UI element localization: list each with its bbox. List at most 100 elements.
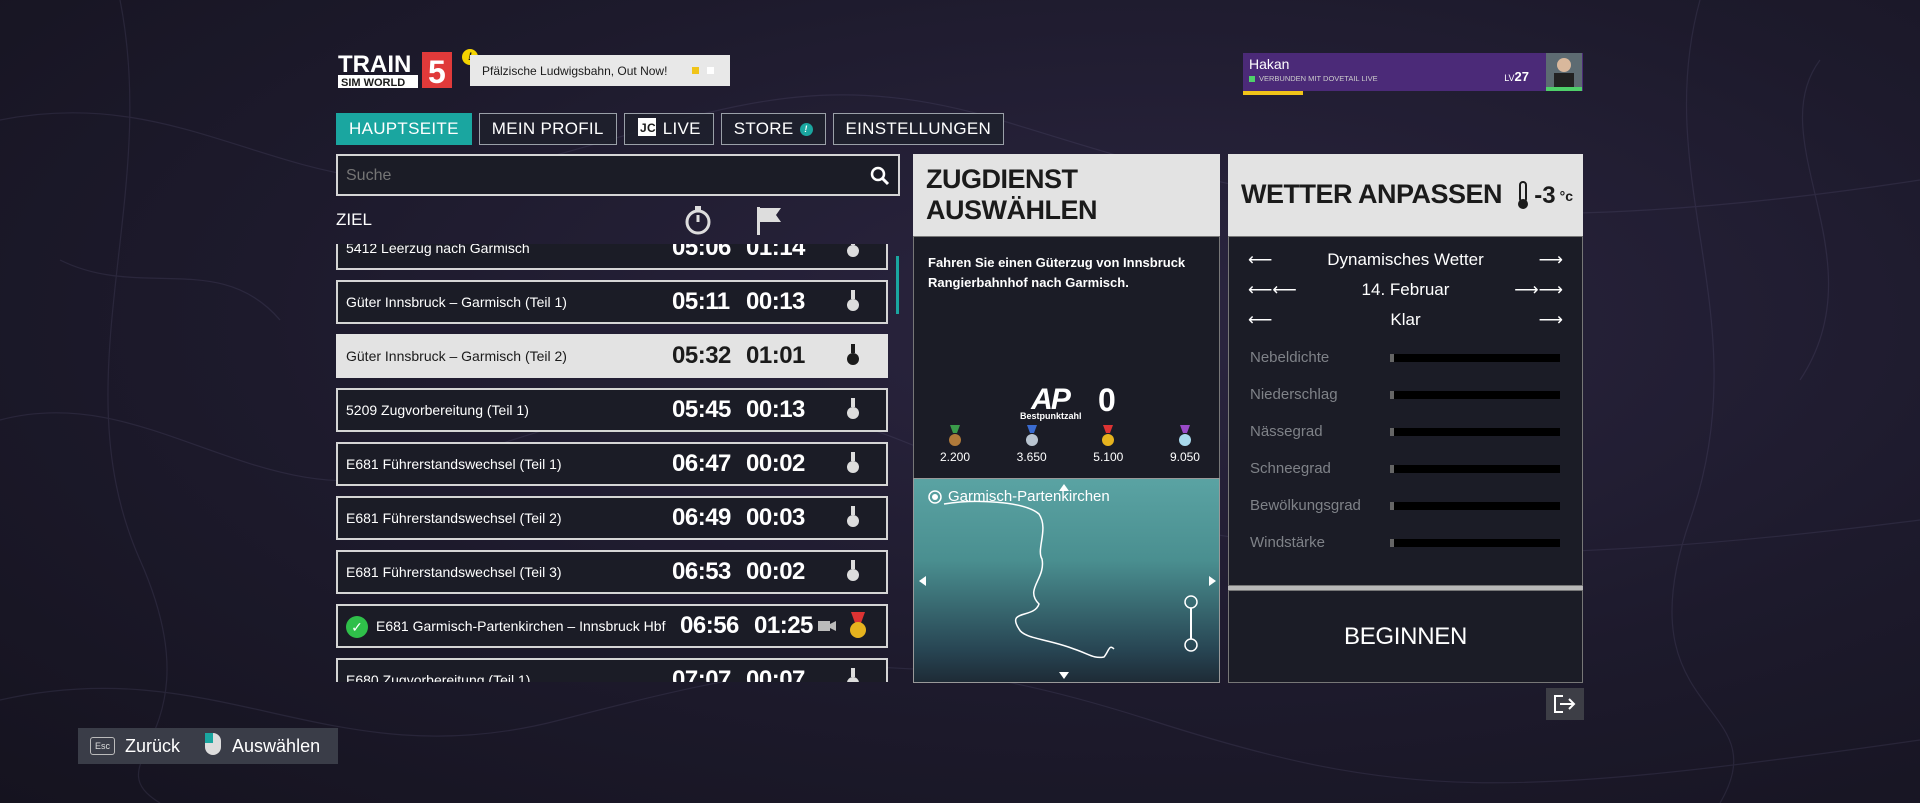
arrow-left-icon[interactable]: ⟵	[1248, 250, 1272, 270]
begin-button[interactable]: BEGINNEN	[1228, 590, 1583, 683]
row-start-time: 06:53	[672, 558, 731, 585]
service-list[interactable]: 5412 Leerzug nach Garmisch 05:06 01:14 G…	[336, 244, 890, 682]
thermometer-icon	[1518, 181, 1529, 209]
news-ticker[interactable]: Pfälzische Ludwigsbahn, Out Now!	[470, 55, 730, 86]
gold-medal-icon	[1102, 425, 1115, 446]
double-arrow-left-icon[interactable]: ⟵⟵	[1248, 280, 1297, 300]
slider-track[interactable]	[1390, 501, 1560, 510]
pan-left-icon	[919, 576, 926, 586]
slider-track[interactable]	[1390, 538, 1560, 547]
list-item[interactable]: 5412 Leerzug nach Garmisch 05:06 01:14	[336, 244, 888, 270]
bronze-medal-icon	[949, 425, 961, 446]
list-item[interactable]: E681 Führerstandswechsel (Teil 3) 06:53 …	[336, 550, 888, 594]
weather-date: 14. Februar	[1361, 280, 1450, 299]
news-dot-active[interactable]	[692, 67, 699, 74]
platinum-medal: 9.050	[1155, 425, 1215, 464]
profile-name: Hakan	[1249, 56, 1290, 72]
slider-niederschlag[interactable]: Niederschlag	[1250, 386, 1560, 403]
tab-mein-profil[interactable]: MEIN PROFIL	[478, 113, 617, 145]
avatar[interactable]	[1546, 53, 1582, 91]
row-start-time: 07:07	[672, 666, 731, 682]
svg-text:JC: JC	[640, 121, 656, 135]
list-scrollbar[interactable]	[896, 256, 899, 314]
weather-date-selector[interactable]: ⟵⟵ 14. Februar ⟶⟶	[1248, 280, 1563, 300]
row-duration: 00:13	[746, 288, 805, 315]
logo-number: 5	[428, 54, 446, 90]
slider-bewoelkungsgrad[interactable]: Bewölkungsgrad	[1250, 497, 1560, 514]
list-item-completed[interactable]: ✓ E681 Garmisch-Partenkirchen – Innsbruc…	[336, 604, 888, 648]
profile-level: LV27	[1504, 69, 1529, 84]
train-sim-world-logo: TRAIN SIM WORLD 5	[338, 50, 453, 90]
slider-track[interactable]	[1390, 427, 1560, 436]
row-duration: 01:01	[746, 342, 805, 369]
slider-track[interactable]	[1390, 353, 1560, 362]
slider-track[interactable]	[1390, 464, 1560, 473]
slider-track[interactable]	[1390, 390, 1560, 399]
gold-medal: 5.100	[1078, 425, 1138, 464]
row-duration: 01:25	[754, 612, 813, 639]
slider-windstaerke[interactable]: Windstärke	[1250, 534, 1560, 551]
weather-title: WETTER ANPASSEN	[1241, 179, 1503, 209]
best-score: 0	[1098, 382, 1116, 418]
row-duration: 00:13	[746, 396, 805, 423]
tab-hauptseite[interactable]: HAUPTSEITE	[336, 113, 472, 145]
row-duration: 00:02	[746, 558, 805, 585]
slider-label: Schneegrad	[1250, 460, 1331, 477]
temperature-value: -3	[1534, 182, 1556, 209]
weather-mode-selector[interactable]: ⟵ Dynamisches Wetter ⟶	[1248, 250, 1563, 270]
list-item[interactable]: Güter Innsbruck – Garmisch (Teil 1) 05:1…	[336, 280, 888, 324]
list-item[interactable]: E680 Zugvorbereitung (Teil 1) 07:07 00:0…	[336, 658, 888, 682]
tab-einstellungen[interactable]: EINSTELLUNGEN	[832, 113, 1005, 145]
slider-naessegrad[interactable]: Nässegrad	[1250, 423, 1560, 440]
medal-value: 5.100	[1093, 450, 1124, 464]
list-item-selected[interactable]: Güter Innsbruck – Garmisch (Teil 2) 05:3…	[336, 334, 888, 378]
silver-medal-icon	[1025, 425, 1038, 446]
weather-condition-selector[interactable]: ⟵ Klar ⟶	[1248, 310, 1563, 330]
logo-subtext: SIM WORLD	[341, 77, 405, 89]
select-button[interactable]: Auswählen	[232, 736, 320, 757]
slider-label: Nässegrad	[1250, 423, 1323, 440]
gold-medal-icon	[848, 612, 868, 645]
tab-live[interactable]: JC LIVE	[623, 113, 714, 145]
list-item[interactable]: E681 Führerstandswechsel (Teil 2) 06:49 …	[336, 496, 888, 540]
logo-text: TRAIN	[338, 51, 411, 78]
row-name: Güter Innsbruck – Garmisch (Teil 1)	[346, 294, 567, 310]
list-item[interactable]: 5209 Zugvorbereitung (Teil 1) 05:45 00:1…	[336, 388, 888, 432]
tab-label: STORE	[733, 119, 794, 138]
news-text: Pfälzische Ludwigsbahn, Out Now!	[482, 63, 668, 78]
row-name: 5412 Leerzug nach Garmisch	[346, 244, 530, 256]
stopwatch-icon	[684, 205, 712, 240]
route-map[interactable]	[913, 478, 1220, 683]
news-dot[interactable]	[707, 67, 714, 74]
slider-nebeldichte[interactable]: Nebeldichte	[1250, 349, 1560, 366]
slider-schneegrad[interactable]: Schneegrad	[1250, 460, 1560, 477]
arrow-right-icon[interactable]: ⟶	[1539, 310, 1563, 330]
double-arrow-right-icon[interactable]: ⟶⟶	[1514, 280, 1563, 300]
back-button[interactable]: Zurück	[125, 736, 180, 757]
tab-label: HAUPTSEITE	[349, 119, 459, 138]
arrow-right-icon[interactable]: ⟶	[1539, 250, 1563, 270]
platinum-medal-icon	[1178, 425, 1191, 446]
controls-footer: Esc Zurück Auswählen	[78, 728, 338, 764]
arrow-left-icon[interactable]: ⟵	[1248, 310, 1272, 330]
profile-badge[interactable]: Hakan VERBUNDEN MIT DOVETAIL LIVE LV27	[1243, 53, 1583, 95]
slider-label: Niederschlag	[1250, 386, 1338, 403]
medal-empty-icon	[846, 452, 860, 481]
service-panel-title: ZUGDIENST AUSWÄHLEN	[913, 154, 1220, 236]
medal-empty-icon	[846, 398, 860, 427]
store-info-icon: !	[799, 122, 813, 136]
row-start-time: 05:06	[672, 244, 731, 261]
row-duration: 01:14	[746, 244, 805, 261]
exit-button[interactable]	[1546, 688, 1584, 720]
dovetail-live-icon: JC	[637, 117, 657, 142]
medal-value: 9.050	[1169, 450, 1200, 464]
list-header-ziel: ZIEL	[336, 210, 372, 229]
main-tabs: HAUPTSEITE MEIN PROFIL JC LIVE STORE! EI…	[336, 113, 1005, 145]
news-pager[interactable]	[692, 67, 714, 74]
search-input[interactable]	[338, 156, 848, 196]
tab-store[interactable]: STORE!	[720, 113, 826, 145]
list-item[interactable]: E681 Führerstandswechsel (Teil 1) 06:47 …	[336, 442, 888, 486]
map-location-name: Garmisch-Partenkirchen	[948, 488, 1110, 505]
search-icon[interactable]	[870, 166, 890, 191]
mouse-icon	[204, 732, 222, 761]
